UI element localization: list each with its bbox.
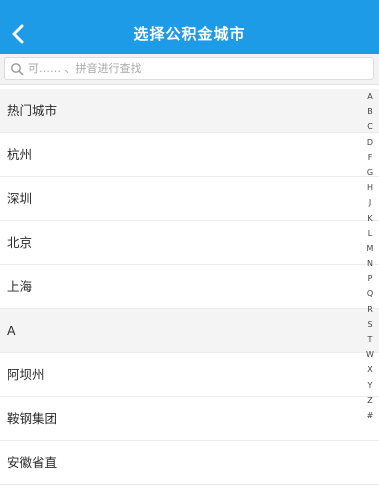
- city-item[interactable]: 鞍钢集团: [0, 397, 379, 441]
- index-letter[interactable]: H: [367, 180, 373, 195]
- city-item[interactable]: 上海: [0, 265, 379, 309]
- chevron-left-icon: [12, 24, 24, 44]
- status-bar: [0, 0, 379, 14]
- index-letter[interactable]: R: [367, 302, 373, 317]
- city-list: 热门城市 杭州 深圳 北京 上海 A 阿坝州 鞍钢集团 安徽省直: [0, 89, 379, 485]
- index-letter[interactable]: Z: [367, 393, 372, 408]
- index-letter[interactable]: #: [367, 408, 374, 423]
- index-letter[interactable]: T: [368, 332, 373, 347]
- section-header: A: [0, 309, 379, 353]
- section-header: 热门城市: [0, 89, 379, 133]
- index-letter[interactable]: P: [368, 271, 373, 286]
- index-letter[interactable]: Q: [367, 286, 373, 301]
- back-button[interactable]: [0, 14, 36, 54]
- index-letter[interactable]: A: [367, 89, 372, 104]
- index-letter[interactable]: N: [367, 256, 373, 271]
- city-item[interactable]: 安徽省直: [0, 441, 379, 485]
- index-letter[interactable]: F: [368, 150, 373, 165]
- index-letter[interactable]: W: [366, 347, 374, 362]
- index-letter[interactable]: D: [367, 135, 373, 150]
- index-letter[interactable]: J: [369, 195, 371, 210]
- city-item[interactable]: 北京: [0, 221, 379, 265]
- index-letter[interactable]: S: [367, 317, 372, 332]
- city-item[interactable]: 杭州: [0, 133, 379, 177]
- index-letter[interactable]: L: [368, 226, 372, 241]
- search-bar: [0, 54, 379, 85]
- index-letter[interactable]: G: [367, 165, 373, 180]
- index-letter[interactable]: X: [367, 362, 372, 377]
- search-icon: [11, 62, 24, 75]
- index-letter[interactable]: K: [367, 211, 372, 226]
- city-item[interactable]: 深圳: [0, 177, 379, 221]
- alphabet-index[interactable]: A B C D F G H J K L M N P Q R S T W X Y Z #: [363, 89, 377, 423]
- index-letter[interactable]: Y: [368, 378, 373, 393]
- search-input[interactable]: [28, 58, 373, 79]
- page-title: 选择公积金城市: [133, 25, 246, 43]
- city-item[interactable]: 阿坝州: [0, 353, 379, 397]
- index-letter[interactable]: M: [367, 241, 374, 256]
- header-bar: 选择公积金城市: [0, 14, 379, 54]
- index-letter[interactable]: B: [367, 104, 373, 119]
- index-letter[interactable]: C: [367, 119, 373, 134]
- search-box[interactable]: [4, 57, 374, 80]
